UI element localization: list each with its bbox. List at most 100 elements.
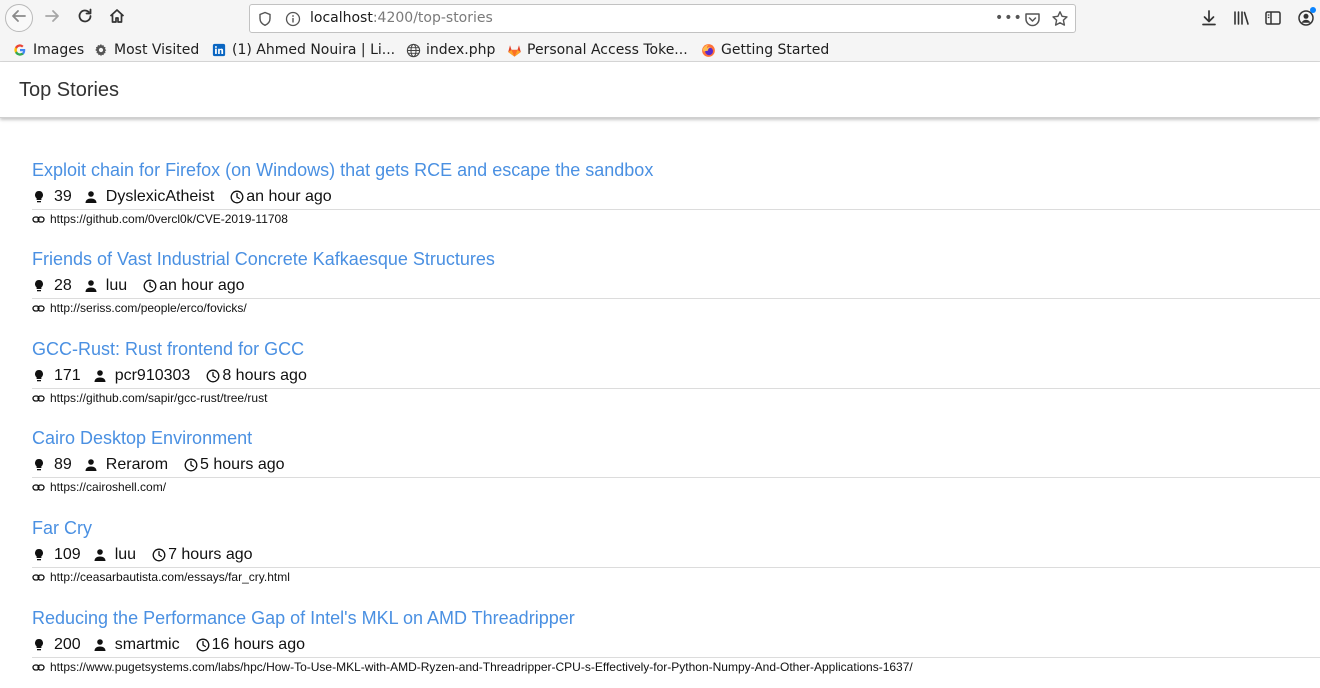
shield-icon[interactable]	[258, 11, 272, 27]
lightbulb-icon	[32, 458, 46, 472]
clock-icon	[143, 279, 157, 293]
story-author[interactable]: luu	[106, 277, 127, 295]
story-points: 109	[54, 546, 81, 563]
page-title: Top Stories	[19, 79, 120, 101]
clock-icon	[152, 548, 166, 562]
story-title-link[interactable]: Friends of Vast Industrial Concrete Kafk…	[32, 249, 495, 270]
back-button[interactable]	[5, 4, 33, 32]
google-icon	[12, 42, 28, 58]
bookmark-label: (1) Ahmed Nouira | Li...	[232, 42, 396, 58]
reload-button[interactable]	[71, 5, 99, 31]
bookmark-most-visited[interactable]: Most Visited	[93, 40, 199, 60]
bookmark-label: Most Visited	[114, 42, 200, 58]
story-meta: 200 smartmic 16 hours ago	[32, 635, 305, 655]
link-icon	[32, 661, 45, 674]
lightbulb-icon	[32, 190, 46, 204]
person-icon	[93, 638, 107, 652]
gitlab-icon	[506, 42, 522, 58]
story-author[interactable]: luu	[115, 546, 136, 564]
story-time: 5 hours ago	[200, 456, 285, 473]
story-title-link[interactable]: Cairo Desktop Environment	[32, 428, 252, 449]
story-time: 7 hours ago	[168, 546, 253, 563]
url-bar[interactable]: localhost:4200/top-stories •••	[249, 4, 1076, 33]
url-path: :4200/top-stories	[372, 10, 493, 26]
story-time: 8 hours ago	[222, 367, 307, 384]
story-item: Friends of Vast Industrial Concrete Kafk…	[32, 209, 1320, 315]
story-title-link[interactable]: GCC-Rust: Rust frontend for GCC	[32, 339, 304, 360]
globe-icon	[405, 42, 421, 58]
person-icon	[84, 279, 98, 293]
person-icon	[84, 458, 98, 472]
story-item: Cairo Desktop Environment 89 Rerarom 5 h…	[32, 388, 1320, 494]
download-icon[interactable]	[1200, 9, 1218, 27]
story-url[interactable]: https://www.pugetsystems.com/labs/hpc/Ho…	[50, 660, 913, 674]
pocket-icon[interactable]	[1024, 11, 1041, 28]
browser-toolbar: localhost:4200/top-stories •••	[0, 0, 1320, 37]
bookmark-images[interactable]: Images	[12, 40, 84, 60]
bookmark-label: Personal Access Toke...	[527, 42, 688, 58]
story-item: GCC-Rust: Rust frontend for GCC 171 pcr9…	[32, 299, 1320, 405]
bookmark-linkedin[interactable]: (1) Ahmed Nouira | Li...	[211, 40, 395, 60]
person-icon	[93, 369, 107, 383]
story-time: 16 hours ago	[211, 636, 305, 653]
clock-icon	[206, 369, 220, 383]
notification-dot	[1310, 7, 1316, 13]
page-actions-icon[interactable]: •••	[995, 10, 1023, 26]
library-icon[interactable]	[1232, 9, 1250, 27]
bookmark-label: index.php	[426, 42, 496, 58]
story-meta: 89 Rerarom 5 hours ago	[32, 455, 285, 475]
story-item: Reducing the Performance Gap of Intel's …	[32, 568, 1320, 674]
bookmark-getting-started[interactable]: Getting Started	[700, 40, 829, 60]
url-host: localhost	[310, 10, 373, 26]
story-points: 200	[54, 636, 81, 653]
linkedin-icon	[211, 42, 227, 58]
lightbulb-icon	[32, 279, 46, 293]
forward-button[interactable]	[38, 5, 66, 31]
gear-icon	[93, 42, 109, 58]
story-title-link[interactable]: Reducing the Performance Gap of Intel's …	[32, 608, 575, 629]
story-meta: 39 DyslexicAtheist an hour ago	[32, 187, 332, 207]
bookmarks-bar: Images Most Visited (1) Ahmed Nouira | L…	[0, 37, 1320, 62]
story-title-link[interactable]: Exploit chain for Firefox (on Windows) t…	[32, 160, 653, 181]
lightbulb-icon	[32, 369, 46, 383]
story-item: Far Cry 109 luu 7 hours ago http://ceasa…	[32, 478, 1320, 584]
home-button[interactable]	[103, 5, 131, 31]
bookmark-label: Getting Started	[721, 42, 830, 58]
app-header: Top Stories	[0, 62, 1320, 118]
bookmark-star-icon[interactable]	[1051, 10, 1069, 28]
story-meta: 28 luu an hour ago	[32, 276, 245, 296]
lightbulb-icon	[32, 638, 46, 652]
sidebar-icon[interactable]	[1264, 9, 1282, 27]
info-icon[interactable]	[285, 11, 301, 27]
clock-icon	[196, 638, 210, 652]
lightbulb-icon	[32, 548, 46, 562]
home-icon	[108, 7, 126, 29]
story-author[interactable]: Rerarom	[106, 456, 168, 474]
story-author[interactable]: pcr910303	[115, 367, 191, 385]
person-icon	[84, 190, 98, 204]
story-meta: 171 pcr910303 8 hours ago	[32, 366, 307, 386]
person-icon	[93, 548, 107, 562]
story-author[interactable]: smartmic	[115, 636, 180, 654]
bookmark-index-php[interactable]: index.php	[405, 40, 495, 60]
story-title-link[interactable]: Far Cry	[32, 518, 92, 539]
arrow-right-icon	[43, 7, 61, 29]
story-points: 89	[54, 456, 72, 473]
clock-icon	[230, 190, 244, 204]
story-points: 171	[54, 367, 81, 384]
story-url-link[interactable]: https://www.pugetsystems.com/labs/hpc/Ho…	[32, 660, 913, 674]
story-points: 28	[54, 277, 72, 294]
bookmark-label: Images	[33, 42, 85, 58]
clock-icon	[184, 458, 198, 472]
story-time: an hour ago	[246, 188, 332, 205]
firefox-icon	[700, 42, 716, 58]
reload-icon	[76, 7, 94, 29]
story-time: an hour ago	[159, 277, 245, 294]
story-item: Exploit chain for Firefox (on Windows) t…	[32, 120, 1320, 226]
arrow-left-icon	[10, 7, 28, 29]
bookmark-personal-access-tokens[interactable]: Personal Access Toke...	[506, 40, 688, 60]
url-text[interactable]: localhost:4200/top-stories	[310, 10, 493, 26]
story-points: 39	[54, 188, 72, 205]
story-meta: 109 luu 7 hours ago	[32, 545, 253, 565]
story-author[interactable]: DyslexicAtheist	[106, 188, 214, 206]
